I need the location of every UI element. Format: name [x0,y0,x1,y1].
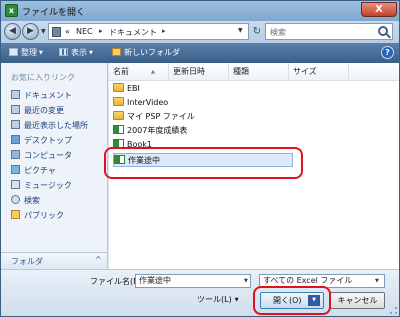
favorites-header: お気に入りリンク [11,73,75,82]
excel-file-icon [113,125,124,134]
close-button[interactable]: X [361,2,397,17]
file-name: InterVideo [127,98,169,107]
pictures-icon [11,165,20,174]
highlight-open-button [253,286,331,315]
documents-icon [11,90,20,99]
recent-places-icon [11,120,20,129]
views-label: 表示 [71,48,87,57]
sidebar-item-computer[interactable]: コンピュータ [11,149,72,162]
sidebar-item-music[interactable]: ミュージック [11,179,72,192]
sidebar-item-label: コンピュータ [24,151,72,160]
sort-arrow-icon: ▲ [151,69,155,75]
history-dropdown-icon[interactable]: ▼ [41,28,46,35]
sidebar-item-search[interactable]: 検索 [11,194,40,207]
organize-button[interactable]: 整理 ▼ [9,46,43,60]
folders-label: フォルダ [11,257,43,266]
resize-grip-icon[interactable] [390,307,397,314]
filetype-value: すべての Excel ファイル [263,276,353,285]
list-item[interactable]: マイ PSP ファイル [113,110,195,124]
file-list: 名前 ▲ 更新日時 種類 サイズ EBI InterVideo マイ PSP ファ… [104,63,399,269]
dialog-footer: ファイル名(N): 作業途中 ▼ すべての Excel ファイル ▼ ツール(L… [1,269,399,316]
file-name: 2007年度成績表 [127,126,188,135]
title-bar: x ファイルを開く X [1,1,399,21]
sidebar-item-documents[interactable]: ドキュメント [11,89,72,102]
file-name: マイ PSP ファイル [127,112,195,121]
recent-icon [11,105,20,114]
folders-toggle[interactable]: フォルダ ^ [1,252,107,269]
sidebar-item-recent-places[interactable]: 最近表示した場所 [11,119,88,132]
window-title: ファイルを開く [22,8,86,18]
new-folder-label: 新しいフォルダ [124,48,180,57]
column-name[interactable]: 名前 ▲ [109,63,169,81]
refresh-icon[interactable]: ↻ [250,23,264,40]
help-icon[interactable]: ? [381,46,394,59]
sidebar-item-label: デスクトップ [24,136,72,145]
views-icon [59,48,68,56]
tools-button[interactable]: ツール(L) ▼ [197,294,239,305]
sidebar-item-label: ミュージック [24,181,72,190]
highlight-selected-file [104,147,303,179]
chevron-down-icon: ▼ [234,297,239,303]
folder-icon [113,111,124,120]
organize-label: 整理 [21,48,37,57]
breadcrumb-overflow[interactable]: « [65,27,70,36]
sidebar-item-label: ドキュメント [24,91,72,100]
sidebar-item-recent-changes[interactable]: 最近の変更 [11,104,64,117]
excel-app-icon: x [5,4,18,17]
sidebar-item-label: 最近の変更 [24,106,64,115]
file-name: EBI [127,84,140,93]
sidebar-item-desktop[interactable]: デスクトップ [11,134,72,147]
chevron-down-icon[interactable]: ▼ [375,275,379,287]
search-icon [11,195,20,204]
chevron-right-icon[interactable]: ▸ [162,27,166,35]
new-folder-button[interactable]: 新しいフォルダ [112,46,180,60]
views-button[interactable]: 表示 ▼ [59,46,93,60]
chevron-up-icon: ^ [95,255,102,264]
chevron-down-icon[interactable]: ▼ [244,275,248,287]
chevron-down-icon[interactable]: ▼ [238,27,243,34]
command-toolbar: 整理 ▼ 表示 ▼ 新しいフォルダ ? [1,43,399,63]
sidebar-item-public[interactable]: パブリック [11,209,64,222]
public-folder-icon [11,210,20,219]
breadcrumb-nec[interactable]: NEC [76,27,93,36]
forward-button[interactable]: ▶ [22,23,39,40]
location-icon [52,27,61,37]
column-size[interactable]: サイズ [289,63,349,81]
back-button[interactable]: ◀ [4,23,21,40]
sidebar-item-pictures[interactable]: ピクチャ [11,164,56,177]
search-icon[interactable] [378,26,388,36]
breadcrumb-documents[interactable]: ドキュメント [109,27,157,38]
organize-icon [9,48,18,56]
filename-field[interactable]: 作業途中 ▼ [135,274,251,288]
chevron-down-icon: ▼ [89,50,93,56]
computer-icon [11,150,20,159]
navigation-pane: お気に入りリンク ドキュメント 最近の変更 最近表示した場所 デスクトップ コン… [1,63,108,269]
address-row: ◀ ▶ ▼ « NEC ▸ ドキュメント ▸ ▼ ↻ 検索 [1,21,399,43]
sidebar-item-label: 最近表示した場所 [24,121,88,130]
cancel-button[interactable]: キャンセル [330,292,385,309]
column-type[interactable]: 種類 [229,63,289,81]
sidebar-item-label: ピクチャ [24,166,56,175]
folder-icon [113,97,124,106]
search-input[interactable]: 検索 [270,27,286,38]
folder-icon [113,83,124,92]
chevron-down-icon: ▼ [39,50,43,56]
column-modified[interactable]: 更新日時 [169,63,229,81]
open-file-dialog: x ファイルを開く X ◀ ▶ ▼ « NEC ▸ ドキュメント ▸ ▼ ↻ 検… [0,0,400,317]
list-item[interactable]: EBI [113,82,140,96]
desktop-icon [11,135,20,144]
filename-value: 作業途中 [139,276,171,285]
music-icon [11,180,20,189]
list-item[interactable]: InterVideo [113,96,168,110]
column-header-row: 名前 ▲ 更新日時 種類 サイズ [109,63,399,81]
column-name-label: 名前 [113,67,129,76]
address-bar[interactable]: « NEC ▸ ドキュメント ▸ ▼ [48,23,249,40]
sidebar-item-label: 検索 [24,196,40,205]
sidebar-item-label: パブリック [24,211,64,220]
list-item[interactable]: 2007年度成績表 [113,124,187,138]
new-folder-icon [112,48,121,56]
tools-label: ツール(L) [197,295,232,304]
search-box[interactable]: 検索 [265,23,393,40]
chevron-right-icon[interactable]: ▸ [99,27,103,35]
